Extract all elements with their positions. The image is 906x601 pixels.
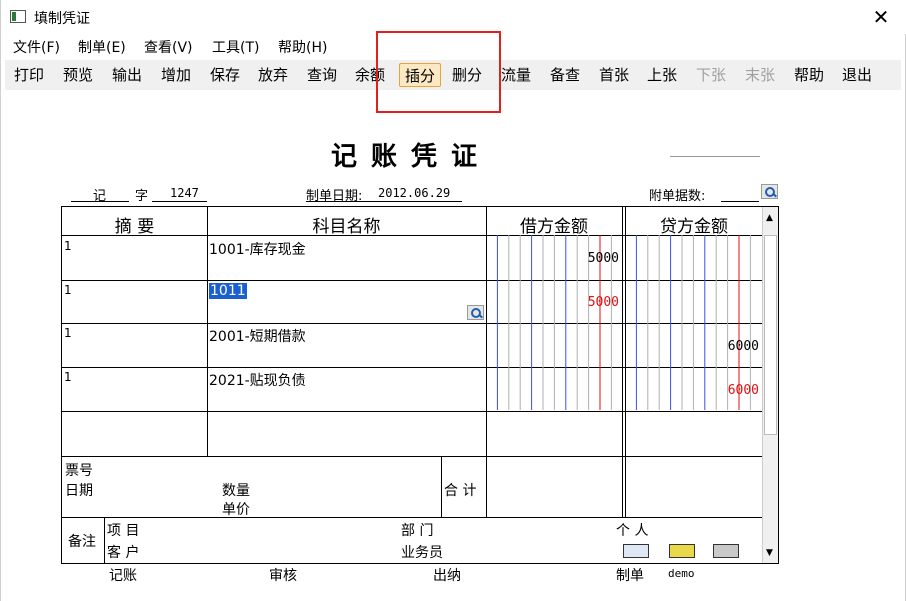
close-icon[interactable]: ✕ [863,4,899,30]
department-label: 部 门 [401,523,434,539]
total-label: 合 计 [444,483,477,499]
salesperson-label: 业务员 [401,545,443,561]
menu-file[interactable]: 文件(F) [13,37,60,57]
ticket-no-label: 票号 [65,463,93,479]
voucher-zi-label: 字 [135,189,149,204]
ticket-date-label: 日期 [65,483,93,499]
scroll-up-icon[interactable]: ▲ [766,213,773,223]
row4-summary[interactable]: 1 [64,370,72,384]
row1-debit[interactable]: 5000 [561,251,619,266]
row2-debit[interactable]: 5000 [561,295,619,310]
row4-account[interactable]: 2021-贴现负债 [209,370,306,390]
last-button[interactable]: 末张 [740,63,780,87]
review-label: 审核 [269,568,297,584]
title-bar: 填制凭证 ✕ [1,0,906,34]
date-underline [306,201,462,202]
row2-account-input[interactable]: 1011 [209,283,247,299]
prev-button[interactable]: 上张 [642,63,682,87]
attachments-search-icon[interactable] [761,184,778,199]
window-title: 填制凭证 [34,11,90,27]
maker-label: 制单 [616,568,644,584]
scroll-down-icon[interactable]: ▼ [766,548,773,558]
voucher-date[interactable]: 2012.06.29 [378,186,450,200]
header-credit: 贷方金额 [660,217,728,237]
reference-button[interactable]: 备查 [545,63,585,87]
query-button[interactable]: 查询 [302,63,342,87]
project-label: 项 目 [107,523,140,539]
add-button[interactable]: 增加 [156,63,196,87]
help-button[interactable]: 帮助 [789,63,829,87]
first-button[interactable]: 首张 [594,63,634,87]
voucher-number[interactable]: 1247 [170,186,199,200]
vertical-scrollbar[interactable]: ▲ ▼ [762,207,778,563]
discard-button[interactable]: 放弃 [253,63,293,87]
edit-icon[interactable] [713,544,739,558]
row2-summary[interactable]: 1 [64,283,72,297]
quantity-label: 数量 [222,483,250,499]
row3-summary[interactable]: 1 [64,326,72,340]
bookkeeping-label: 记账 [109,568,137,584]
header-summary: 摘 要 [114,217,155,237]
unit-price-label: 单价 [222,502,250,518]
customer-label: 客 户 [107,545,140,561]
menu-view[interactable]: 查看(V) [144,37,193,57]
note-icon[interactable] [623,544,649,558]
print-button[interactable]: 打印 [9,63,49,87]
row1-summary[interactable]: 1 [64,239,72,253]
row4-credit[interactable]: 6000 [701,383,759,398]
account-search-icon[interactable] [467,305,484,320]
output-button[interactable]: 输出 [107,63,147,87]
menu-voucher[interactable]: 制单(E) [78,37,126,57]
attachments-underline [721,201,759,202]
app-icon [10,10,26,23]
person-label: 个 人 [616,523,649,539]
preview-button[interactable]: 预览 [58,63,98,87]
title-underline [670,156,760,157]
exit-button[interactable]: 退出 [837,63,877,87]
cashier-label: 出纳 [433,568,461,584]
menu-tools[interactable]: 工具(T) [212,37,259,57]
attachments-label: 附单据数: [649,189,706,204]
remark-label: 备注 [68,534,96,550]
number-underline [152,201,207,202]
row3-account[interactable]: 2001-短期借款 [209,326,306,346]
menu-help[interactable]: 帮助(H) [278,37,327,57]
header-account: 科目名称 [312,217,381,237]
scroll-thumb[interactable] [764,235,777,435]
card-icon[interactable] [669,544,695,558]
voucher-title: 记账凭证 [331,142,492,172]
type-underline [71,201,129,202]
highlight-box [376,31,501,113]
save-button[interactable]: 保存 [205,63,245,87]
cash-flow-button[interactable]: 流量 [496,63,536,87]
row1-account[interactable]: 1001-库存现金 [209,239,306,259]
row3-credit[interactable]: 6000 [701,339,759,354]
voucher-window: 填制凭证 ✕ 文件(F) 制单(E) 查看(V) 工具(T) 帮助(H) 打印 … [0,0,906,601]
next-button[interactable]: 下张 [691,63,731,87]
maker-name: demo [668,567,695,580]
header-debit: 借方金额 [520,217,588,237]
